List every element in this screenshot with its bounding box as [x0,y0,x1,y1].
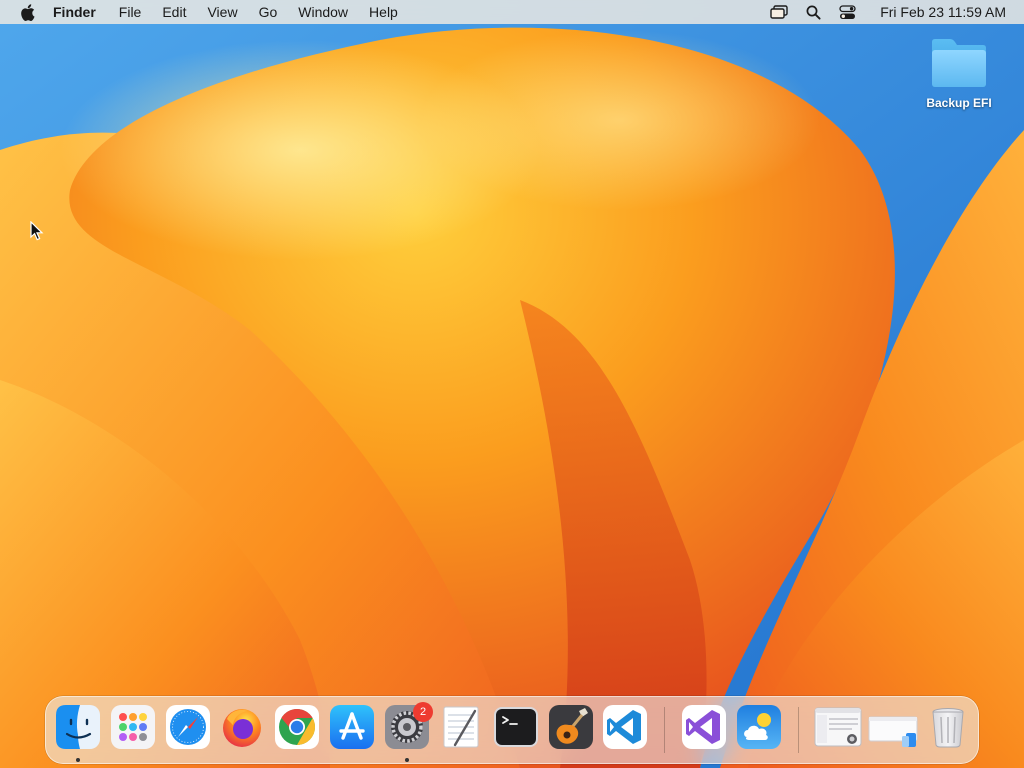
dock-app-launchpad[interactable] [111,705,155,749]
mouse-cursor-icon [30,221,44,241]
dock-app-weather[interactable] [737,705,781,749]
weather-icon [737,705,781,749]
control-center-icon[interactable] [838,3,856,21]
dock-app-vscode[interactable] [603,705,647,749]
dock [45,696,979,764]
textedit-icon [443,706,479,748]
dock-app-textedit[interactable] [439,705,483,749]
menu-go[interactable]: Go [259,0,278,24]
apple-logo-icon[interactable] [19,3,35,21]
dock-separator [664,707,665,753]
dock-trash[interactable] [926,705,970,749]
desktop[interactable]: Finder File Edit View Go Window Help Fri… [0,0,1024,768]
menu-view[interactable]: View [207,0,237,24]
menu-help[interactable]: Help [369,0,398,24]
menu-bar-status-area: Fri Feb 23 11:59 AM [770,0,1006,24]
desktop-item-backup-efi[interactable]: Backup EFI [918,36,1000,110]
dock-minimized-window-2[interactable] [868,705,918,749]
dock-separator [798,707,799,753]
launchpad-icon [111,705,155,749]
dock-running-indicator [405,758,409,762]
dock-app-visual-studio[interactable] [682,705,726,749]
dock-app-chrome[interactable] [275,705,319,749]
dock-running-indicator [76,758,80,762]
vscode-icon [603,705,647,749]
dock-app-garageband[interactable] [549,705,593,749]
notification-badge: 2 [413,702,433,722]
safari-icon [166,705,210,749]
dock-app-firefox[interactable] [220,705,264,749]
wallpaper [0,0,1024,768]
firefox-icon [223,709,261,747]
menu-file[interactable]: File [119,0,142,24]
menu-window[interactable]: Window [298,0,348,24]
chrome-icon [275,705,319,749]
screenshot-window-icon [814,707,862,747]
finder-icon [56,705,100,749]
dock-app-finder[interactable] [56,705,100,749]
dock-app-app-store[interactable] [330,705,374,749]
dock-app-terminal[interactable] [494,705,538,749]
dock-minimized-window-1[interactable] [814,705,862,749]
terminal-icon [494,707,538,747]
menu-bar: Finder File Edit View Go Window Help Fri… [0,0,1024,24]
menu-app-finder[interactable]: Finder [53,0,96,24]
menu-bar-clock[interactable]: Fri Feb 23 11:59 AM [880,4,1006,20]
garageband-icon [549,705,593,749]
visual-studio-icon [682,705,726,749]
migration-window-icon [868,716,918,747]
folder-icon [932,39,986,87]
menu-edit[interactable]: Edit [162,0,186,24]
app-store-icon [330,705,374,749]
spotlight-search-icon[interactable] [804,3,822,21]
desktop-item-label: Backup EFI [926,96,992,110]
dock-app-safari[interactable] [166,705,210,749]
trash-icon [932,708,964,748]
screen-mirroring-icon[interactable] [770,3,788,21]
